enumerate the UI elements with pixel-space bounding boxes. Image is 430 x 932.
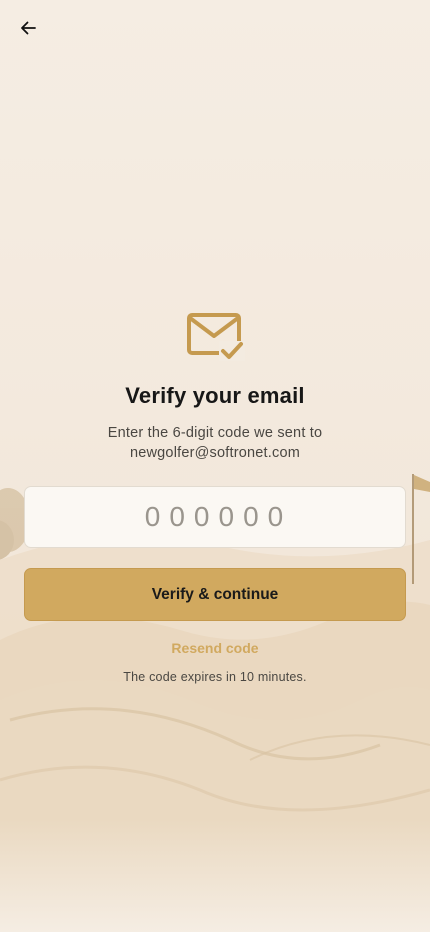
verify-continue-button[interactable]: Verify & continue — [24, 568, 406, 621]
code-expiry-note: The code expires in 10 minutes. — [123, 670, 307, 684]
verification-code-field[interactable] — [24, 486, 406, 548]
instruction-line: Enter the 6-digit code we sent to — [107, 425, 323, 441]
recipient-email: newgolfer@softronet.com — [129, 445, 301, 461]
arrow-left-icon — [21, 21, 36, 35]
back-button[interactable] — [14, 14, 42, 42]
resend-code-link[interactable]: Resend code — [0, 640, 430, 656]
verification-code-input[interactable] — [25, 486, 405, 548]
page-title: Verify your email — [125, 383, 305, 408]
mail-check-icon — [187, 313, 245, 361]
instruction-text: Enter the 6-digit code we sent to newgol… — [40, 423, 390, 463]
